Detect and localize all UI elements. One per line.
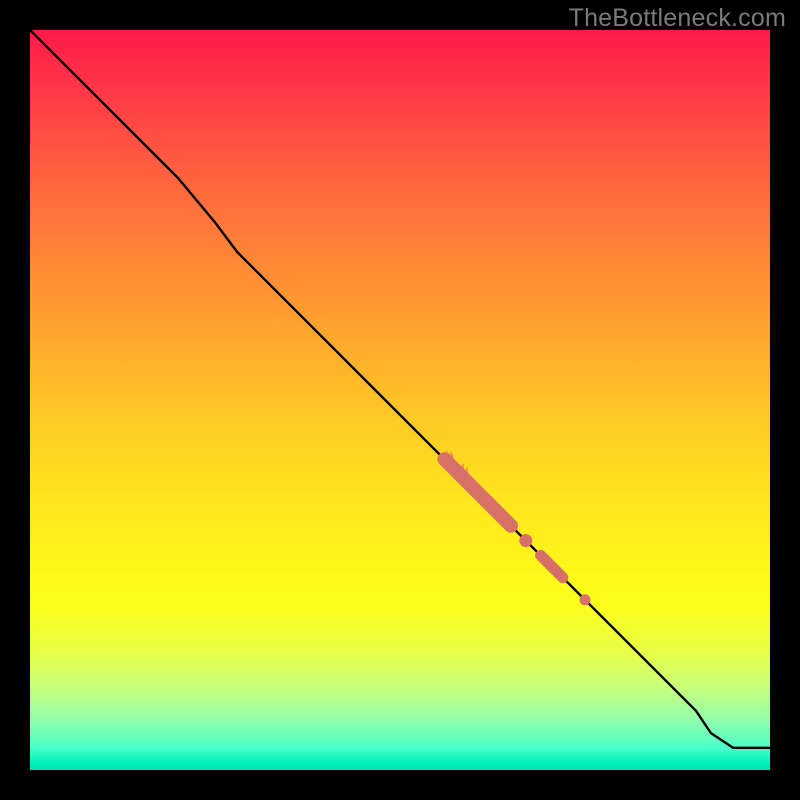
- bottleneck-curve: [30, 30, 770, 748]
- attribution-watermark: TheBottleneck.com: [569, 4, 786, 33]
- plot-area: [30, 30, 770, 770]
- chart-frame: TheBottleneck.com: [0, 0, 800, 800]
- plot-overlay: [30, 30, 770, 770]
